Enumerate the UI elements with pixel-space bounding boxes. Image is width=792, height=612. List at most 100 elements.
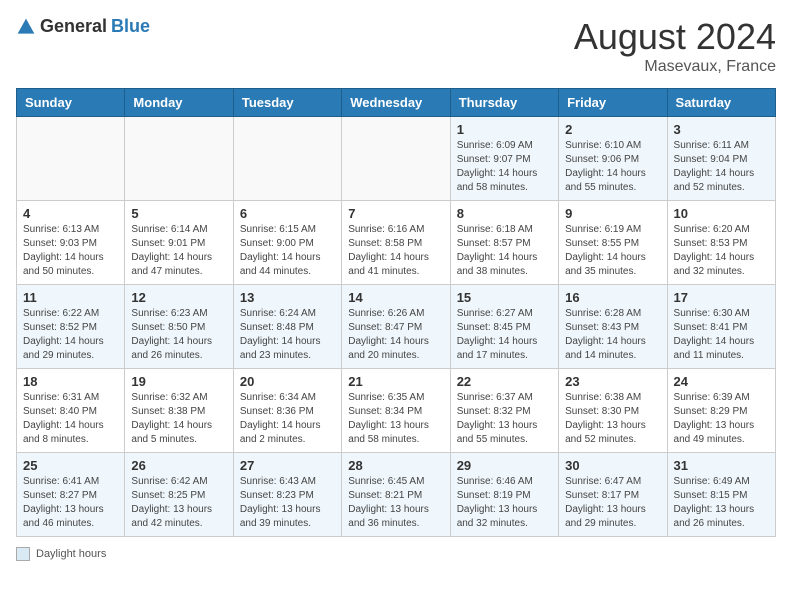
day-number: 22 bbox=[457, 374, 552, 389]
day-info: Sunrise: 6:39 AMSunset: 8:29 PMDaylight:… bbox=[674, 391, 769, 447]
calendar-header-row: SundayMondayTuesdayWednesdayThursdayFrid… bbox=[17, 89, 776, 117]
col-header-saturday: Saturday bbox=[667, 89, 775, 117]
calendar-cell: 3 Sunrise: 6:11 AMSunset: 9:04 PMDaylight… bbox=[667, 117, 775, 201]
col-header-sunday: Sunday bbox=[17, 89, 125, 117]
day-info: Sunrise: 6:49 AMSunset: 8:15 PMDaylight:… bbox=[674, 475, 769, 531]
calendar-cell: 18 Sunrise: 6:31 AMSunset: 8:40 PMDayligh… bbox=[17, 369, 125, 453]
day-info: Sunrise: 6:45 AMSunset: 8:21 PMDaylight:… bbox=[348, 475, 443, 531]
day-number: 7 bbox=[348, 206, 443, 221]
calendar-cell: 11 Sunrise: 6:22 AMSunset: 8:52 PMDayligh… bbox=[17, 285, 125, 369]
day-number: 5 bbox=[131, 206, 226, 221]
day-info: Sunrise: 6:46 AMSunset: 8:19 PMDaylight:… bbox=[457, 475, 552, 531]
calendar-table: SundayMondayTuesdayWednesdayThursdayFrid… bbox=[16, 88, 776, 537]
day-info: Sunrise: 6:26 AMSunset: 8:47 PMDaylight:… bbox=[348, 307, 443, 363]
day-number: 3 bbox=[674, 122, 769, 137]
day-number: 29 bbox=[457, 458, 552, 473]
day-info: Sunrise: 6:37 AMSunset: 8:32 PMDaylight:… bbox=[457, 391, 552, 447]
calendar-cell: 25Sunrise: 6:41 AMSunset: 8:27 PMDayligh… bbox=[17, 453, 125, 537]
day-info: Sunrise: 6:15 AMSunset: 9:00 PMDaylight:… bbox=[240, 223, 335, 279]
calendar-cell: 21Sunrise: 6:35 AMSunset: 8:34 PMDayligh… bbox=[342, 369, 450, 453]
calendar-cell: 16 Sunrise: 6:28 AMSunset: 8:43 PMDayligh… bbox=[559, 285, 667, 369]
day-info: Sunrise: 6:23 AMSunset: 8:50 PMDaylight:… bbox=[131, 307, 226, 363]
calendar-cell: 10 Sunrise: 6:20 AMSunset: 8:53 PMDayligh… bbox=[667, 201, 775, 285]
calendar-cell: 19 Sunrise: 6:32 AMSunset: 8:38 PMDayligh… bbox=[125, 369, 233, 453]
calendar-cell: 15 Sunrise: 6:27 AMSunset: 8:45 PMDayligh… bbox=[450, 285, 558, 369]
calendar-cell: 26 Sunrise: 6:42 AMSunset: 8:25 PMDayligh… bbox=[125, 453, 233, 537]
calendar-cell bbox=[125, 117, 233, 201]
calendar-cell: 23 Sunrise: 6:38 AMSunset: 8:30 PMDayligh… bbox=[559, 369, 667, 453]
calendar-week-row: 11 Sunrise: 6:22 AMSunset: 8:52 PMDayligh… bbox=[17, 285, 776, 369]
calendar-cell: 28 Sunrise: 6:45 AMSunset: 8:21 PMDayligh… bbox=[342, 453, 450, 537]
day-number: 6 bbox=[240, 206, 335, 221]
calendar-cell: 27Sunrise: 6:43 AMSunset: 8:23 PMDayligh… bbox=[233, 453, 341, 537]
day-info: Sunrise: 6:47 AMSunset: 8:17 PMDaylight:… bbox=[565, 475, 660, 531]
calendar-cell: 24 Sunrise: 6:39 AMSunset: 8:29 PMDayligh… bbox=[667, 369, 775, 453]
day-number: 10 bbox=[674, 206, 769, 221]
day-number: 1 bbox=[457, 122, 552, 137]
day-info: Sunrise: 6:38 AMSunset: 8:30 PMDaylight:… bbox=[565, 391, 660, 447]
footer: Daylight hours bbox=[16, 547, 776, 561]
day-number: 19 bbox=[131, 374, 226, 389]
calendar-cell: 12Sunrise: 6:23 AMSunset: 8:50 PMDayligh… bbox=[125, 285, 233, 369]
day-info: Sunrise: 6:13 AMSunset: 9:03 PMDaylight:… bbox=[23, 223, 118, 279]
day-info: Sunrise: 6:27 AMSunset: 8:45 PMDaylight:… bbox=[457, 307, 552, 363]
calendar-week-row: 25Sunrise: 6:41 AMSunset: 8:27 PMDayligh… bbox=[17, 453, 776, 537]
day-info: Sunrise: 6:09 AMSunset: 9:07 PMDaylight:… bbox=[457, 139, 552, 195]
col-header-thursday: Thursday bbox=[450, 89, 558, 117]
day-info: Sunrise: 6:20 AMSunset: 8:53 PMDaylight:… bbox=[674, 223, 769, 279]
day-number: 30 bbox=[565, 458, 660, 473]
day-info: Sunrise: 6:34 AMSunset: 8:36 PMDaylight:… bbox=[240, 391, 335, 447]
calendar-cell: 8Sunrise: 6:18 AMSunset: 8:57 PMDaylight… bbox=[450, 201, 558, 285]
daylight-label: Daylight hours bbox=[36, 548, 106, 560]
calendar-cell: 30 Sunrise: 6:47 AMSunset: 8:17 PMDayligh… bbox=[559, 453, 667, 537]
day-number: 26 bbox=[131, 458, 226, 473]
day-info: Sunrise: 6:42 AMSunset: 8:25 PMDaylight:… bbox=[131, 475, 226, 531]
day-info: Sunrise: 6:19 AMSunset: 8:55 PMDaylight:… bbox=[565, 223, 660, 279]
calendar-cell: 9 Sunrise: 6:19 AMSunset: 8:55 PMDaylight… bbox=[559, 201, 667, 285]
calendar-cell: 14 Sunrise: 6:26 AMSunset: 8:47 PMDayligh… bbox=[342, 285, 450, 369]
day-info: Sunrise: 6:10 AMSunset: 9:06 PMDaylight:… bbox=[565, 139, 660, 195]
day-number: 27 bbox=[240, 458, 335, 473]
month-year: August 2024 bbox=[574, 16, 776, 58]
calendar-cell: 17 Sunrise: 6:30 AMSunset: 8:41 PMDayligh… bbox=[667, 285, 775, 369]
day-number: 11 bbox=[23, 290, 118, 305]
calendar-cell: 31 Sunrise: 6:49 AMSunset: 8:15 PMDayligh… bbox=[667, 453, 775, 537]
day-info: Sunrise: 6:31 AMSunset: 8:40 PMDaylight:… bbox=[23, 391, 118, 447]
day-info: Sunrise: 6:11 AMSunset: 9:04 PMDaylight:… bbox=[674, 139, 769, 195]
day-info: Sunrise: 6:41 AMSunset: 8:27 PMDaylight:… bbox=[23, 475, 118, 531]
calendar-cell bbox=[17, 117, 125, 201]
col-header-friday: Friday bbox=[559, 89, 667, 117]
calendar-cell bbox=[233, 117, 341, 201]
day-number: 14 bbox=[348, 290, 443, 305]
calendar-week-row: 1 Sunrise: 6:09 AMSunset: 9:07 PMDaylight… bbox=[17, 117, 776, 201]
day-info: Sunrise: 6:22 AMSunset: 8:52 PMDaylight:… bbox=[23, 307, 118, 363]
day-number: 9 bbox=[565, 206, 660, 221]
logo-icon bbox=[16, 17, 36, 37]
day-number: 31 bbox=[674, 458, 769, 473]
day-info: Sunrise: 6:32 AMSunset: 8:38 PMDaylight:… bbox=[131, 391, 226, 447]
day-number: 15 bbox=[457, 290, 552, 305]
day-number: 23 bbox=[565, 374, 660, 389]
daylight-legend-box bbox=[16, 547, 30, 561]
calendar-cell: 6 Sunrise: 6:15 AMSunset: 9:00 PMDaylight… bbox=[233, 201, 341, 285]
day-number: 28 bbox=[348, 458, 443, 473]
day-number: 17 bbox=[674, 290, 769, 305]
day-info: Sunrise: 6:30 AMSunset: 8:41 PMDaylight:… bbox=[674, 307, 769, 363]
day-info: Sunrise: 6:28 AMSunset: 8:43 PMDaylight:… bbox=[565, 307, 660, 363]
day-info: Sunrise: 6:14 AMSunset: 9:01 PMDaylight:… bbox=[131, 223, 226, 279]
day-number: 24 bbox=[674, 374, 769, 389]
calendar-cell bbox=[342, 117, 450, 201]
day-number: 13 bbox=[240, 290, 335, 305]
calendar-cell: 29 Sunrise: 6:46 AMSunset: 8:19 PMDayligh… bbox=[450, 453, 558, 537]
day-number: 18 bbox=[23, 374, 118, 389]
calendar-cell: 22 Sunrise: 6:37 AMSunset: 8:32 PMDayligh… bbox=[450, 369, 558, 453]
calendar-cell: 7 Sunrise: 6:16 AMSunset: 8:58 PMDaylight… bbox=[342, 201, 450, 285]
day-number: 16 bbox=[565, 290, 660, 305]
location: Masevaux, France bbox=[574, 58, 776, 76]
title-block: August 2024 Masevaux, France bbox=[574, 16, 776, 76]
col-header-wednesday: Wednesday bbox=[342, 89, 450, 117]
day-number: 20 bbox=[240, 374, 335, 389]
day-number: 21 bbox=[348, 374, 443, 389]
day-number: 4 bbox=[23, 206, 118, 221]
day-info: Sunrise: 6:16 AMSunset: 8:58 PMDaylight:… bbox=[348, 223, 443, 279]
